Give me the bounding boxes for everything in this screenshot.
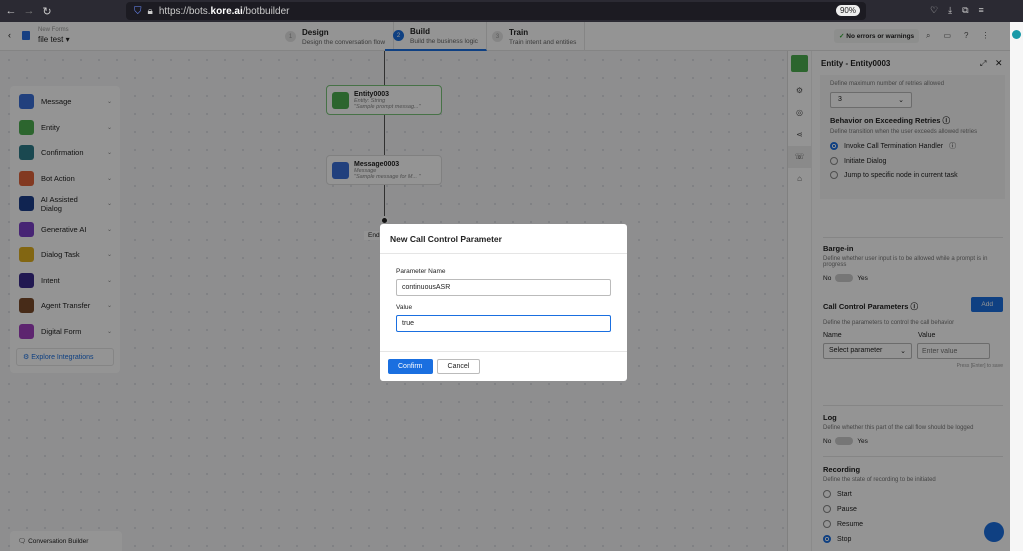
forward-icon[interactable]: → [20, 5, 38, 17]
zoom-level[interactable]: 90% [835, 5, 860, 16]
url-prefix: https://bots. [158, 5, 211, 17]
new-call-control-parameter-dialog: New Call Control Parameter Parameter Nam… [380, 224, 627, 381]
cancel-button[interactable]: Cancel [436, 359, 481, 374]
dialog-title: New Call Control Parameter [380, 224, 627, 254]
browser-sidebar [1010, 22, 1023, 551]
url-domain: kore.ai [210, 5, 243, 17]
menu-icon[interactable]: ≡ [979, 5, 984, 16]
extensions-icon[interactable]: ⧉ [962, 5, 968, 16]
url-bar[interactable]: ⛉ 🔒︎ https://bots.kore.ai/botbuilder 90% [126, 2, 866, 20]
value-label: Value [396, 304, 413, 311]
extension-icon[interactable] [1012, 30, 1021, 39]
parameter-name-label: Parameter Name [396, 268, 446, 275]
pocket-icon[interactable]: ♡ [930, 5, 938, 16]
shield-icon: ⛉ [134, 5, 142, 17]
confirm-button[interactable]: Confirm [388, 359, 433, 374]
url-path: /botbuilder [242, 5, 290, 17]
back-icon[interactable]: ← [2, 5, 20, 17]
parameter-name-input[interactable]: continuousASR [396, 279, 611, 296]
download-icon[interactable]: ⤓ [948, 5, 952, 16]
lock-icon: 🔒︎ [147, 5, 153, 17]
value-input[interactable]: true [396, 315, 611, 332]
reload-icon[interactable]: ↻ [38, 5, 56, 18]
browser-toolbar: ← → ↻ ⛉ 🔒︎ https://bots.kore.ai/botbuild… [0, 0, 1023, 22]
